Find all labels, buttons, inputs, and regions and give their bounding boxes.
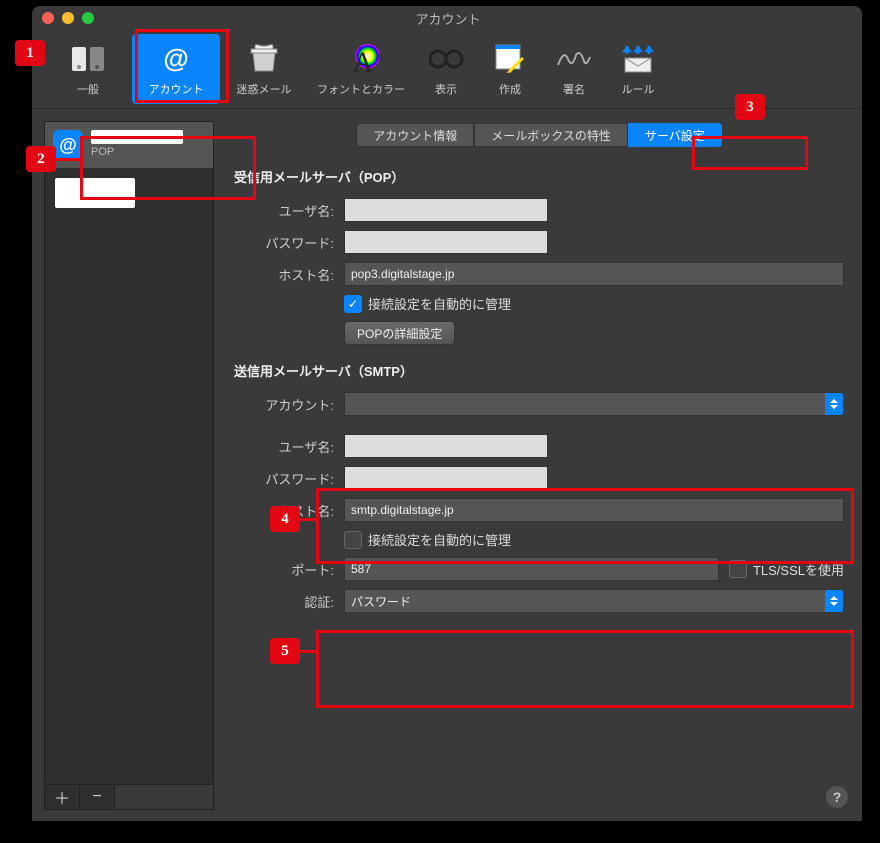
account-list[interactable]: @ POP (44, 121, 214, 785)
outgoing-auth-value: パスワード (351, 593, 411, 610)
incoming-title: 受信用メールサーバ（POP） (234, 167, 844, 186)
outgoing-auth-label: 認証: (234, 592, 334, 611)
outgoing-user-label: ユーザ名: (234, 437, 334, 456)
main-panel: アカウント情報 メールボックスの特性 サーバ設定 受信用メールサーバ（POP） … (226, 109, 862, 821)
toolbar-junk-label: 迷惑メール (237, 81, 292, 97)
outgoing-host-label: ホスト名: (234, 501, 334, 520)
outgoing-tls-label: TLS/SSLを使用 (753, 560, 844, 579)
switch-icon (70, 41, 106, 77)
tab-bar: アカウント情報 メールボックスの特性 サーバ設定 (234, 123, 844, 147)
incoming-user-label: ユーザ名: (234, 201, 334, 220)
svg-text:A: A (352, 47, 373, 76)
font-color-icon: A (343, 41, 379, 77)
incoming-password-label: パスワード: (234, 233, 334, 252)
outgoing-port-label: ポート: (234, 560, 334, 579)
toolbar-font-label: フォントとカラー (317, 81, 405, 97)
incoming-user-input[interactable] (344, 198, 548, 222)
incoming-host-label: ホスト名: (234, 265, 334, 284)
toolbar-display[interactable]: 表示 (414, 34, 478, 104)
glasses-icon (428, 41, 464, 77)
toolbar-rules-label: ルール (622, 81, 655, 97)
toolbar-signature[interactable]: 署名 (542, 34, 606, 104)
toolbar-account-label: アカウント (149, 81, 204, 97)
toolbar-display-label: 表示 (435, 81, 457, 97)
signature-icon (556, 41, 592, 77)
content: @ POP ＋ − アカウント情報 メールボックスの特性 サーバ設定 (32, 109, 862, 821)
outgoing-user-input[interactable] (344, 434, 548, 458)
incoming-auto-label: 接続設定を自動的に管理 (368, 294, 511, 313)
incoming-auto-checkbox[interactable]: ✓ (344, 295, 362, 313)
tab-mailbox[interactable]: メールボックスの特性 (474, 123, 628, 147)
incoming-section: 受信用メールサーバ（POP） ユーザ名: パスワード: ホスト名: pop3.d… (234, 167, 844, 345)
outgoing-auto-label: 接続設定を自動的に管理 (368, 530, 511, 549)
incoming-host-input[interactable]: pop3.digitalstage.jp (344, 262, 844, 286)
tab-account-info[interactable]: アカウント情報 (356, 123, 474, 147)
account-sidebar: @ POP ＋ − (32, 109, 226, 821)
at-badge-icon: @ (53, 130, 83, 160)
outgoing-section: 送信用メールサーバ（SMTP） アカウント: ユーザ名: パスワード: (234, 361, 844, 613)
toolbar-compose[interactable]: 作成 (478, 34, 542, 104)
remove-account-button[interactable]: − (80, 785, 115, 809)
preferences-window: アカウント 一般 @ アカウント 迷惑メール A フォントとカラー (32, 6, 862, 821)
outgoing-account-label: アカウント: (234, 395, 334, 414)
toolbar-rules[interactable]: ルール (606, 34, 670, 104)
trash-icon (246, 41, 282, 77)
select-arrows-icon (825, 393, 843, 415)
toolbar-font[interactable]: A フォントとカラー (308, 34, 414, 104)
toolbar-signature-label: 署名 (563, 81, 585, 97)
account-type-label: POP (91, 146, 183, 159)
incoming-password-input[interactable] (344, 230, 548, 254)
toolbar: 一般 @ アカウント 迷惑メール A フォントとカラー 表示 (32, 30, 862, 109)
outgoing-host-input[interactable]: smtp.digitalstage.jp (344, 498, 844, 522)
outgoing-tls-checkbox[interactable] (729, 560, 747, 578)
help-button[interactable]: ? (826, 786, 848, 808)
outgoing-account-select[interactable] (344, 392, 844, 416)
toolbar-compose-label: 作成 (499, 81, 521, 97)
outgoing-auth-select[interactable]: パスワード (344, 589, 844, 613)
outgoing-password-input[interactable] (344, 466, 548, 490)
toolbar-junk[interactable]: 迷惑メール (220, 34, 308, 104)
svg-text:@: @ (163, 43, 188, 73)
outgoing-port-input[interactable]: 587 (344, 557, 719, 581)
account-list-item[interactable]: @ POP (45, 122, 213, 168)
sidebar-buttons: ＋ − (44, 785, 214, 810)
select-arrows-icon (825, 590, 843, 612)
pop-details-button[interactable]: POPの詳細設定 (344, 321, 455, 345)
account-text: POP (91, 130, 183, 159)
rules-icon (620, 41, 656, 77)
window-title: アカウント (44, 9, 852, 28)
account-name-masked (91, 130, 183, 144)
at-icon: @ (158, 41, 194, 77)
toolbar-account[interactable]: @ アカウント (132, 34, 220, 104)
compose-icon (492, 41, 528, 77)
toolbar-general[interactable]: 一般 (44, 34, 132, 104)
outgoing-title: 送信用メールサーバ（SMTP） (234, 361, 844, 380)
account-list-blank[interactable] (55, 178, 135, 208)
outgoing-auto-checkbox[interactable] (344, 531, 362, 549)
toolbar-general-label: 一般 (77, 81, 99, 97)
add-account-button[interactable]: ＋ (45, 785, 80, 809)
titlebar: アカウント (32, 6, 862, 30)
tab-server-settings[interactable]: サーバ設定 (628, 123, 722, 147)
outgoing-password-label: パスワード: (234, 469, 334, 488)
